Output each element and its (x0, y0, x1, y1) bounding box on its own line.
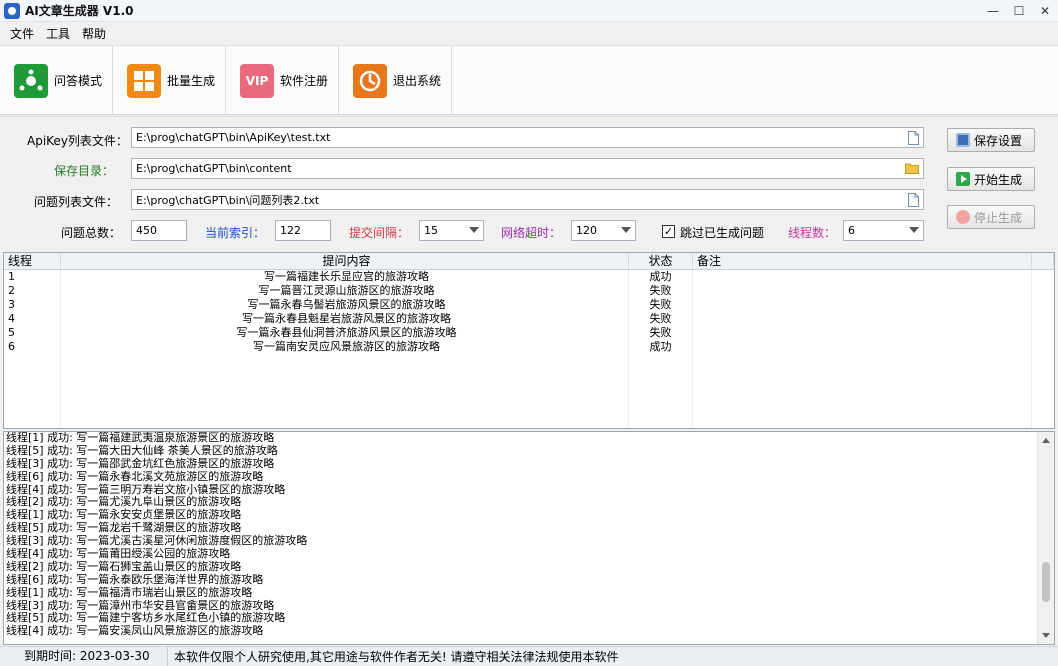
chevron-down-icon (909, 227, 919, 233)
play-icon (956, 172, 970, 186)
menu-help[interactable]: 帮助 (76, 25, 112, 42)
stop-generate-button[interactable]: 停止生成 (947, 205, 1035, 229)
interval-label: 提交间隔： (349, 226, 410, 240)
total-label: 问题总数： (61, 226, 122, 240)
threads-label: 线程数： (788, 226, 837, 240)
empty-row (4, 354, 1054, 368)
interval-select[interactable]: 15 (419, 220, 484, 241)
header-content[interactable]: 提问内容 (61, 253, 629, 269)
save-disk-icon (956, 133, 970, 147)
log-line: 线程[6] 成功: 写一篇永泰欧乐堡海洋世界的旅游攻略 (6, 572, 264, 586)
log-line: 线程[4] 成功: 写一篇安溪凤山风景旅游区的旅游攻略 (6, 624, 264, 638)
save-settings-button[interactable]: 保存设置 (947, 128, 1035, 152)
batch-generate-label: 批量生成 (167, 74, 216, 88)
batch-generate-button[interactable]: 批量生成 (113, 46, 227, 115)
grid-batch-icon (127, 63, 162, 98)
maximize-icon[interactable]: ☐ (1006, 0, 1032, 22)
config-panel: ApiKey列表文件： E:\prog\chatGPT\bin\ApiKey\t… (0, 116, 1058, 251)
timeout-label: 网络超时： (501, 226, 562, 240)
window-controls: — ☐ ✕ (980, 0, 1058, 22)
chat-nodes-icon (14, 63, 48, 98)
status-bar: 到期时间: 2023-03-30 本软件仅限个人研究使用,其它用途与软件作者无关… (0, 646, 1058, 666)
log-line: 线程[5] 成功: 写一篇大田大仙峰 茶美人景区的旅游攻略 (6, 443, 278, 457)
chevron-down-icon (469, 227, 479, 233)
toolbar: 问答模式 批量生成 VIP 软件注册 退出系统 (0, 45, 1058, 115)
table-row[interactable]: 1 写一篇福建长乐显应宫的旅游攻略 成功 (4, 270, 1054, 284)
header-spacer (1032, 253, 1054, 269)
question-file-label: 问题列表文件： (34, 195, 119, 209)
expiry-text: 到期时间: 2023-03-30 (0, 646, 168, 666)
menu-bar: 文件 工具 帮助 (0, 23, 1058, 44)
scroll-up-icon[interactable] (1042, 438, 1050, 443)
header-status[interactable]: 状态 (629, 253, 693, 269)
log-line: 线程[3] 成功: 写一篇邵武金坑红色旅游景区的旅游攻略 (6, 456, 275, 470)
close-icon[interactable]: ✕ (1032, 0, 1058, 22)
save-dir-label: 保存目录： (54, 164, 115, 178)
skip-generated-checkbox[interactable]: ✓ (662, 225, 675, 238)
vip-icon: VIP (240, 63, 275, 98)
exit-icon (353, 63, 388, 98)
notice-text: 本软件仅限个人研究使用,其它用途与软件作者无关! 请遵守相关法律法规使用本软件 (174, 650, 619, 664)
save-dir-field[interactable]: E:\prog\chatGPT\bin\content (131, 158, 924, 179)
log-scrollbar[interactable] (1037, 432, 1054, 644)
menu-file[interactable]: 文件 (4, 25, 40, 42)
scroll-down-icon[interactable] (1042, 633, 1050, 638)
task-grid[interactable]: 线程 提问内容 状态 备注 1 写一篇福建长乐显应宫的旅游攻略 成功 2 写一篇… (3, 252, 1055, 429)
exit-button[interactable]: 退出系统 (339, 46, 453, 115)
grid-header: 线程 提问内容 状态 备注 (4, 253, 1054, 270)
header-thread[interactable]: 线程 (4, 253, 61, 269)
folder-icon[interactable] (905, 162, 919, 174)
empty-row (4, 382, 1054, 396)
table-row[interactable]: 6 写一篇南安灵应风景旅游区的旅游攻略 成功 (4, 340, 1054, 354)
empty-row (4, 396, 1054, 410)
title-bar: AI文章生成器 V1.0 — ☐ ✕ (0, 0, 1058, 22)
log-panel[interactable]: 线程[1] 成功: 写一篇福建武夷温泉旅游景区的旅游攻略 线程[5] 成功: 写一… (3, 431, 1055, 645)
table-row[interactable]: 5 写一篇永春县仙洞普济旅游风景区的旅游攻略 失败 (4, 326, 1054, 340)
register-button[interactable]: VIP 软件注册 (226, 46, 340, 115)
menu-tools[interactable]: 工具 (40, 25, 76, 42)
table-row[interactable]: 3 写一篇永春乌髻岩旅游风景区的旅游攻略 失败 (4, 298, 1054, 312)
scroll-thumb[interactable] (1042, 562, 1050, 602)
index-label: 当前索引： (205, 226, 266, 240)
apikey-field[interactable]: E:\prog\chatGPT\bin\ApiKey\test.txt (131, 127, 924, 148)
timeout-select[interactable]: 120 (571, 220, 636, 241)
chevron-down-icon (621, 227, 631, 233)
register-label: 软件注册 (280, 74, 329, 88)
header-note[interactable]: 备注 (693, 253, 1032, 269)
qa-mode-button[interactable]: 问答模式 (0, 46, 114, 115)
stop-icon (956, 210, 970, 224)
table-row[interactable]: 2 写一篇晋江灵源山旅游区的旅游攻略 失败 (4, 284, 1054, 298)
log-line: 线程[1] 成功: 写一篇福建武夷温泉旅游景区的旅游攻略 (6, 431, 275, 444)
apikey-label: ApiKey列表文件： (27, 134, 128, 148)
question-file-field[interactable]: E:\prog\chatGPT\bin\问题列表2.txt (131, 189, 924, 210)
start-generate-button[interactable]: 开始生成 (947, 167, 1035, 191)
table-row[interactable]: 4 写一篇永春县魁星岩旅游风景区的旅游攻略 失败 (4, 312, 1054, 326)
qa-mode-label: 问答模式 (54, 74, 103, 88)
empty-row (4, 424, 1054, 428)
index-input[interactable]: 122 (275, 220, 331, 241)
skip-generated-label: 跳过已生成问题 (680, 226, 765, 240)
total-input[interactable]: 450 (131, 220, 187, 241)
log-line: 线程[6] 成功: 写一篇永春北溪文苑旅游区的旅游攻略 (6, 469, 264, 483)
log-line: 线程[4] 成功: 写一篇莆田绶溪公园的旅游攻略 (6, 547, 231, 561)
threads-select[interactable]: 6 (843, 220, 924, 241)
empty-row (4, 410, 1054, 424)
log-lines: 线程[1] 成功: 写一篇福建武夷温泉旅游景区的旅游攻略 线程[5] 成功: 写一… (6, 432, 1036, 638)
file-icon[interactable] (908, 131, 919, 145)
log-line: 线程[1] 成功: 写一篇福清市瑞岩山景区的旅游攻略 (6, 585, 253, 599)
exit-label: 退出系统 (393, 74, 442, 88)
log-line: 线程[2] 成功: 写一篇石狮宝盖山景区的旅游攻略 (6, 559, 242, 573)
minimize-icon[interactable]: — (980, 0, 1006, 22)
empty-row (4, 368, 1054, 382)
app-logo-icon (4, 2, 20, 19)
window-title: AI文章生成器 V1.0 (25, 4, 134, 18)
file-icon[interactable] (908, 193, 919, 207)
